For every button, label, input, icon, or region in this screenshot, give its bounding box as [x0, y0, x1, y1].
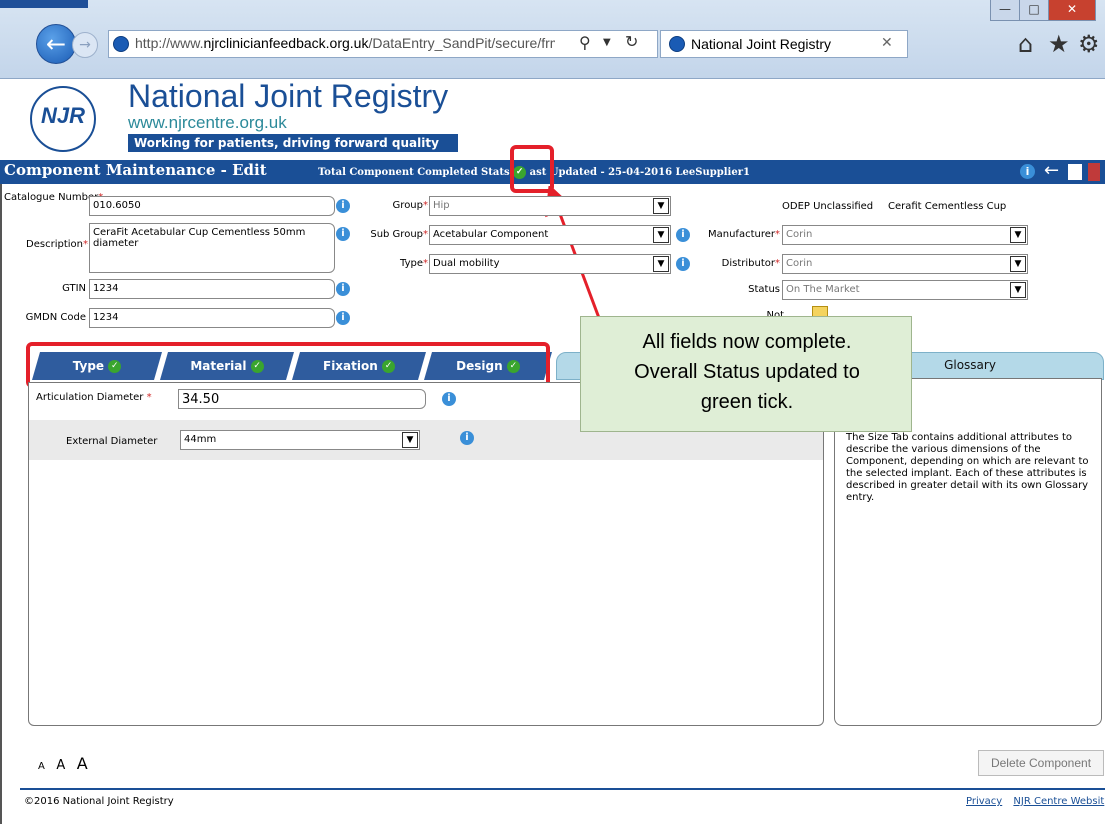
group-label: Group*: [392, 200, 428, 211]
odep-rating: ODEP Unclassified: [782, 201, 874, 212]
home-icon[interactable]: ⌂: [1018, 30, 1033, 58]
gmdn-input[interactable]: 1234: [89, 308, 335, 328]
exit-icon[interactable]: [1088, 163, 1100, 181]
distributor-label: Distributor*: [721, 258, 780, 269]
subgroup-label: Sub Group*: [370, 229, 428, 240]
status-select[interactable]: On The Market ▼: [782, 280, 1028, 300]
tab-favicon-icon: [669, 36, 685, 52]
font-medium-button[interactable]: A: [56, 758, 65, 773]
info-icon[interactable]: i: [1020, 164, 1035, 179]
subgroup-select[interactable]: Acetabular Component ▼: [429, 225, 671, 245]
chevron-down-icon: ▼: [653, 256, 669, 272]
tab-close-icon[interactable]: ✕: [881, 35, 893, 51]
njr-centre-link[interactable]: NJR Centre Websit: [1013, 796, 1104, 807]
address-url[interactable]: http://www.njrclinicianfeedback.org.uk/D…: [135, 35, 555, 53]
external-diameter-info-icon[interactable]: i: [460, 431, 474, 445]
tab-title: National Joint Registry: [691, 36, 832, 52]
back-icon[interactable]: ←: [1044, 160, 1059, 181]
chevron-down-icon: ▼: [1010, 256, 1026, 272]
footer-divider: [20, 788, 1105, 790]
gmdn-info-icon[interactable]: i: [336, 311, 350, 325]
browser-tab[interactable]: National Joint Registry ✕: [660, 30, 908, 58]
window-left-edge: [0, 184, 2, 824]
distributor-select[interactable]: Corin ▼: [782, 254, 1028, 274]
chevron-down-icon: ▼: [1010, 282, 1026, 298]
manufacturer-select[interactable]: Corin ▼: [782, 225, 1028, 245]
address-bar[interactable]: http://www.njrclinicianfeedback.org.uk/D…: [108, 30, 658, 58]
brand-tagline: Working for patients, driving forward qu…: [128, 134, 458, 152]
chevron-down-icon: ▼: [653, 198, 669, 214]
brand-name: National Joint Registry: [128, 78, 449, 114]
page-title: Component Maintenance - Edit: [4, 161, 267, 179]
external-diameter-select[interactable]: 44mm ▼: [180, 430, 420, 450]
settings-gear-icon[interactable]: ⚙: [1078, 30, 1100, 58]
annotation-callout: All fields now complete. Overall Status …: [580, 316, 912, 432]
footer-links: Privacy NJR Centre Websit: [958, 796, 1104, 807]
articulation-label: Articulation Diameter *: [36, 392, 152, 403]
back-arrow-icon[interactable]: ←: [36, 24, 76, 64]
site-favicon-icon: [113, 36, 129, 52]
type-info-icon[interactable]: i: [676, 257, 690, 271]
chevron-down-icon: ▼: [653, 227, 669, 243]
list-icon[interactable]: [1068, 164, 1082, 180]
delete-component-button[interactable]: Delete Component: [978, 750, 1104, 776]
gtin-info-icon[interactable]: i: [336, 282, 350, 296]
catalogue-label: Catalogue Number*: [4, 192, 103, 203]
gtin-input[interactable]: 1234: [89, 279, 335, 299]
close-window-icon[interactable]: ✕: [1048, 0, 1096, 21]
description-label: Description*: [26, 239, 88, 250]
privacy-link[interactable]: Privacy: [966, 796, 1002, 807]
chevron-down-icon: ▼: [402, 432, 418, 448]
copyright: ©2016 National Joint Registry: [24, 796, 174, 807]
favorites-star-icon[interactable]: ★: [1048, 30, 1070, 58]
brand-url: www.njrcentre.org.uk: [128, 113, 287, 132]
njr-logo: NJR: [30, 86, 96, 152]
search-icon[interactable]: ⚲: [579, 33, 591, 52]
font-large-button[interactable]: A: [77, 754, 88, 773]
font-size-controls: A A A: [38, 754, 96, 773]
dropdown-arrow-icon[interactable]: ▼: [603, 37, 611, 48]
type-select[interactable]: Dual mobility ▼: [429, 254, 671, 274]
external-diameter-label: External Diameter: [66, 436, 158, 447]
chevron-down-icon: ▼: [1010, 227, 1026, 243]
glossary-text: The Size Tab contains additional attribu…: [846, 432, 1089, 503]
catalogue-number-input[interactable]: 010.6050: [89, 196, 335, 216]
subgroup-info-icon[interactable]: i: [676, 228, 690, 242]
description-input[interactable]: CeraFit Acetabular Cup Cementless 50mm d…: [89, 223, 335, 273]
gmdn-label: GMDN Code: [25, 312, 86, 323]
maximize-icon[interactable]: □: [1019, 0, 1049, 21]
minimize-icon[interactable]: —: [990, 0, 1020, 21]
window-controls: — □ ✕: [990, 0, 1105, 21]
status-label: Status: [748, 284, 780, 295]
articulation-diameter-input[interactable]: 34.50: [178, 389, 426, 409]
callout-text: All fields now complete. Overall Status …: [634, 331, 860, 413]
font-small-button[interactable]: A: [38, 761, 45, 772]
gtin-label: GTIN: [62, 283, 86, 294]
window-corner: [0, 0, 88, 8]
refresh-icon[interactable]: ↻: [625, 32, 638, 51]
product-name: Cerafit Cementless Cup: [888, 201, 1007, 212]
forward-arrow-icon[interactable]: →: [72, 32, 98, 58]
type-label: Type*: [400, 258, 428, 269]
manufacturer-label: Manufacturer*: [708, 229, 780, 240]
articulation-info-icon[interactable]: i: [442, 392, 456, 406]
group-select[interactable]: Hip ▼: [429, 196, 671, 216]
